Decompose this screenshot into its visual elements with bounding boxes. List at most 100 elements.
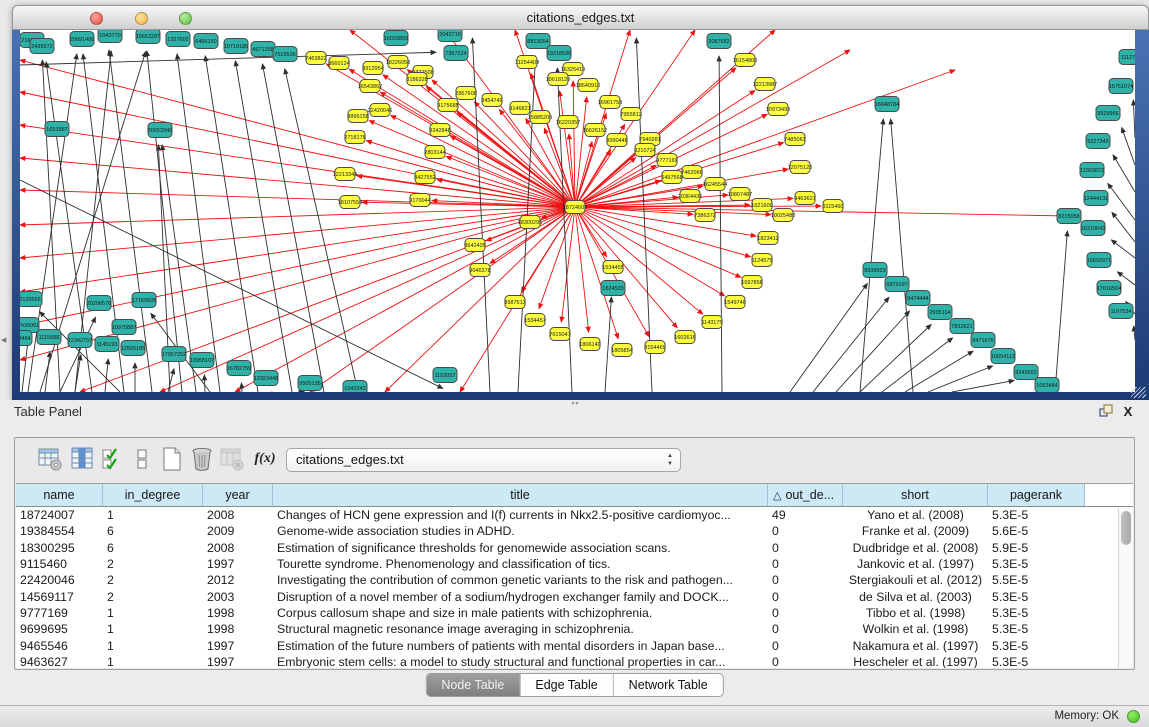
- table-cell[interactable]: Wolkin et al. (1998): [843, 622, 988, 636]
- zoom-window-icon[interactable]: [179, 12, 192, 25]
- table-cell[interactable]: 1998: [203, 606, 273, 620]
- table-cell[interactable]: Structural magnetic resonance image aver…: [273, 622, 768, 636]
- table-cell[interactable]: 2012: [203, 573, 273, 587]
- network-node[interactable]: 1043342: [343, 381, 367, 393]
- network-node[interactable]: 7615047: [549, 328, 570, 341]
- network-node[interactable]: 10025488: [771, 209, 795, 222]
- split-pane-handle[interactable]: [571, 401, 579, 405]
- table-cell[interactable]: Yano et al. (2008): [843, 508, 988, 522]
- network-node[interactable]: 16782759: [227, 361, 251, 376]
- table-row[interactable]: 977716911998Corpus callosum shape and si…: [16, 605, 1133, 621]
- table-cell[interactable]: 1: [103, 655, 203, 668]
- table-cell[interactable]: Franke et al. (2009): [843, 524, 988, 538]
- table-cell[interactable]: 5.3E-5: [988, 622, 1085, 636]
- network-node[interactable]: 16626152: [583, 124, 607, 137]
- network-node[interactable]: 18640910: [576, 79, 600, 92]
- network-node[interactable]: 1145193: [95, 337, 119, 352]
- network-node[interactable]: 10653287: [136, 30, 160, 44]
- network-node[interactable]: 12213987: [753, 78, 777, 91]
- network-node[interactable]: 16033809: [384, 31, 408, 46]
- network-node[interactable]: 2803144: [424, 146, 445, 159]
- table-cell[interactable]: Embryonic stem cells: a model to study s…: [273, 655, 768, 668]
- network-node[interactable]: 20206576: [87, 296, 111, 311]
- network-node[interactable]: 8912954: [362, 62, 383, 75]
- select-column-icon[interactable]: [100, 446, 128, 474]
- table-cell[interactable]: 5.9E-5: [988, 541, 1085, 555]
- table-cell[interactable]: 2: [103, 573, 203, 587]
- network-node[interactable]: 7955812: [620, 108, 641, 121]
- table-cell[interactable]: 18724007: [16, 508, 103, 522]
- network-node[interactable]: 1823412: [757, 232, 778, 245]
- network-node[interactable]: 18107554: [338, 196, 362, 209]
- network-node[interactable]: 1152057: [433, 368, 457, 383]
- network-node[interactable]: 8660124: [328, 57, 349, 70]
- table-row[interactable]: 946362711997Embryonic stem cells: a mode…: [16, 654, 1133, 668]
- network-node[interactable]: 7357224: [444, 46, 468, 61]
- network-node[interactable]: 18226058: [386, 56, 410, 69]
- table-cell[interactable]: 2009: [203, 524, 273, 538]
- network-node[interactable]: 9242848: [429, 124, 450, 137]
- table-cell[interactable]: de Silva et al. (2003): [843, 590, 988, 604]
- window-titlebar[interactable]: citations_edges.txt: [12, 5, 1149, 30]
- network-node[interactable]: 1697858: [741, 276, 762, 289]
- table-cell[interactable]: 9777169: [16, 606, 103, 620]
- table-row[interactable]: 1830029562008Estimation of significance …: [16, 540, 1133, 556]
- network-node[interactable]: 10719185: [224, 39, 248, 54]
- network-node[interactable]: 7515526: [273, 47, 297, 62]
- close-panel-icon[interactable]: X: [1119, 404, 1137, 420]
- table-cell[interactable]: 1998: [203, 622, 273, 636]
- network-node[interactable]: 16543862: [358, 80, 382, 93]
- column-header-outde[interactable]: △out_de...: [768, 484, 843, 506]
- table-row[interactable]: 1456911722003Disruption of a novel membe…: [16, 588, 1133, 604]
- table-cell[interactable]: 0: [768, 524, 843, 538]
- table-mode-icon[interactable]: [37, 446, 65, 474]
- network-node[interactable]: 16154808: [733, 54, 757, 67]
- network-node[interactable]: 9210724: [634, 144, 655, 157]
- column-header-short[interactable]: short: [843, 484, 988, 506]
- network-node[interactable]: 1093484: [1035, 378, 1059, 393]
- network-node[interactable]: 9154469: [644, 341, 665, 354]
- column-header-pagerank[interactable]: pagerank: [988, 484, 1085, 506]
- table-cell[interactable]: Jankovic et al. (1997): [843, 557, 988, 571]
- table-cell[interactable]: 2: [103, 590, 203, 604]
- network-node[interactable]: 18724007: [563, 201, 587, 214]
- network-node[interactable]: 4671358: [251, 42, 275, 57]
- network-node[interactable]: 2120665: [20, 292, 42, 307]
- network-node[interactable]: 16210643: [1081, 221, 1105, 236]
- table-cell[interactable]: 5.5E-5: [988, 573, 1085, 587]
- table-cell[interactable]: Disruption of a novel member of a sodium…: [273, 590, 768, 604]
- table-cell[interactable]: 22420046: [16, 573, 103, 587]
- column-header-year[interactable]: year: [203, 484, 273, 506]
- table-cell[interactable]: Corpus callosum shape and size in male p…: [273, 606, 768, 620]
- table-cell[interactable]: 2003: [203, 590, 273, 604]
- network-node[interactable]: 3913464: [20, 331, 32, 346]
- table-row[interactable]: 969969511998Structural magnetic resonanc…: [16, 621, 1133, 637]
- network-node[interactable]: 1805854: [611, 344, 632, 357]
- network-canvas[interactable]: 2160533243557220691406104377010653287132…: [20, 30, 1135, 392]
- table-cell[interactable]: Tibbo et al. (1998): [843, 606, 988, 620]
- network-node[interactable]: 9115460: [822, 200, 843, 213]
- table-cell[interactable]: 19384554: [16, 524, 103, 538]
- network-node[interactable]: 2435572: [30, 39, 54, 54]
- table-cell[interactable]: 0: [768, 557, 843, 571]
- row-list-icon[interactable]: [129, 446, 157, 474]
- table-cell[interactable]: Investigating the contribution of common…: [273, 573, 768, 587]
- network-node[interactable]: 1549746: [724, 296, 745, 309]
- table-cell[interactable]: 5.3E-5: [988, 508, 1085, 522]
- table-cell[interactable]: 0: [768, 573, 843, 587]
- show-column-icon[interactable]: [70, 446, 98, 474]
- network-node[interactable]: 17016504: [1097, 281, 1121, 296]
- table-cell[interactable]: 2008: [203, 508, 273, 522]
- network-node[interactable]: 9474444: [906, 291, 930, 306]
- table-cell[interactable]: 5.3E-5: [988, 655, 1085, 668]
- network-node[interactable]: 12923448: [254, 371, 278, 386]
- network-node[interactable]: 17159928: [132, 293, 156, 308]
- table-row[interactable]: 1938455462009Genome-wide association stu…: [16, 523, 1133, 539]
- network-node[interactable]: 1621600: [751, 199, 772, 212]
- table-cell[interactable]: 1997: [203, 639, 273, 653]
- network-node[interactable]: 11254409: [515, 56, 539, 69]
- network-node[interactable]: 16245544: [703, 178, 727, 191]
- network-node[interactable]: 15692971: [1087, 253, 1111, 268]
- network-node[interactable]: 8938923: [863, 263, 887, 278]
- table-cell[interactable]: 0: [768, 622, 843, 636]
